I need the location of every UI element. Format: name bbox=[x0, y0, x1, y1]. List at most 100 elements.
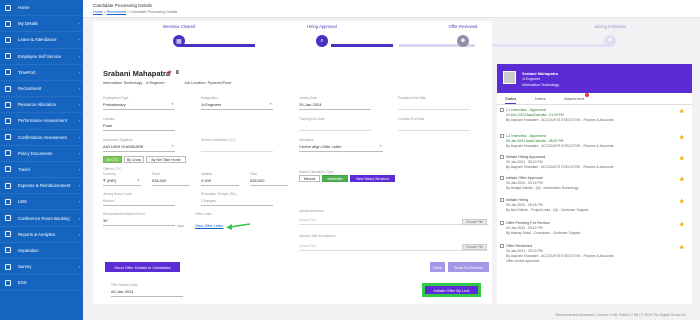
breadcrumb-recruitment[interactable]: Recruitment bbox=[107, 10, 126, 14]
offer-letter-label: Offer Letter bbox=[195, 212, 212, 216]
sidebar-item-performance-assessment[interactable]: Performance Assessment › bbox=[0, 113, 83, 130]
menu-item-icon bbox=[5, 279, 11, 286]
choose-file-acceptance-button[interactable]: Choose File bbox=[462, 244, 488, 250]
step-connector bbox=[492, 44, 610, 47]
timeline-item: L2 Interview - Approved 05-Jan-2024 Asia/… bbox=[500, 134, 686, 148]
upload-annexure-input[interactable]: Upload File bbox=[299, 218, 316, 222]
chevron-right-icon: › bbox=[78, 69, 80, 75]
timeline-item: L1 Interview - Approved 20-Dec-2023 Asia/… bbox=[500, 108, 686, 122]
sidebar-item-timeport[interactable]: TimePort › bbox=[0, 65, 83, 81]
sidebar-item-lms[interactable]: LMS › bbox=[0, 194, 83, 211]
sidebar-item-label: Expense & Reimbursement bbox=[18, 183, 71, 189]
fixed-field[interactable]: Fixed 538,000 bbox=[152, 172, 190, 186]
panel-name: Srabani Mahapatra bbox=[522, 71, 558, 76]
checkbox-icon bbox=[500, 155, 504, 159]
sidebar-item-home[interactable]: Home bbox=[0, 0, 83, 17]
breadcrumb: Home > Recruitment > Candidate Processin… bbox=[93, 10, 177, 14]
menu-item-icon bbox=[5, 215, 11, 222]
sidebar-item-label: Conference Room Booking bbox=[18, 215, 70, 221]
chevron-right-icon: › bbox=[78, 264, 80, 270]
notice-period-field[interactable]: Recommended Notice Period 30 bbox=[103, 212, 175, 226]
sidebar-item-conference-room-booking[interactable]: Conference Room Booking › bbox=[0, 210, 83, 227]
variable-field[interactable]: Variable 0,000 bbox=[201, 172, 239, 186]
sidebar-item-label: Confirmation Assessment bbox=[18, 134, 67, 140]
sidebar-item-expense-reimbursement[interactable]: Expense & Reimbursement › bbox=[0, 178, 83, 195]
authorised-signatory-select[interactable]: Authorised Signatory AAYUSHI KHANDARE ▼ bbox=[103, 138, 175, 152]
templates-select[interactable]: Templates Centre align Offer Letter ▼ bbox=[299, 138, 383, 152]
sidebar-item-label: Performance Assessment bbox=[18, 118, 67, 124]
page-header: Candidate Processing Details Home > Recr… bbox=[83, 0, 700, 18]
chevron-right-icon: › bbox=[78, 231, 80, 237]
initiate-offer-by-link-button[interactable]: Initiate Offer By Link bbox=[422, 283, 481, 297]
choose-file-annexure-button[interactable]: Choose File bbox=[462, 219, 488, 225]
timeline-author: By Aayushi Khandare - ACCOUNTS EXECUTIVE… bbox=[506, 144, 614, 148]
sidebar-item-survey[interactable]: Survey › bbox=[0, 259, 83, 276]
sidebar-item-employee-self-service[interactable]: Employee Self Service › bbox=[0, 49, 83, 65]
chevron-down-icon: ▼ bbox=[171, 102, 174, 106]
automatic-button[interactable]: Automatic bbox=[322, 175, 348, 182]
menu-item-icon bbox=[5, 85, 11, 92]
by-cross-option[interactable]: By Cross bbox=[124, 156, 144, 163]
employment-type-select[interactable]: Employment Type Probationary ▼ bbox=[103, 96, 175, 110]
view-salary-structure-button[interactable]: View Salary Structure bbox=[350, 175, 395, 182]
relocation-charges-field[interactable]: Relocation Charges (Rs.) Charges bbox=[201, 192, 273, 206]
thumbs-up-icon: 👍 bbox=[679, 198, 684, 203]
menu-item-icon bbox=[5, 117, 11, 124]
sidebar: Home My Details › Leave & Attendance › Employ… bbox=[0, 0, 83, 320]
tab-attachment[interactable]: Attachment bbox=[564, 93, 590, 101]
review-notification-field[interactable]: Review Notification (CC) bbox=[201, 138, 273, 152]
menu-item-icon bbox=[5, 134, 11, 141]
menu-item-icon bbox=[5, 150, 11, 157]
tab-notes[interactable]: Notes bbox=[535, 96, 545, 101]
by-net-take-home-option[interactable]: By Net Take Home bbox=[146, 156, 186, 163]
chevron-down-icon: ▼ bbox=[171, 144, 174, 148]
breadcrumb-home[interactable]: Home bbox=[93, 10, 103, 14]
currency-select[interactable]: Currency ₹ (INR) ▼ bbox=[103, 172, 141, 186]
sidebar-item-label: TimePort bbox=[18, 69, 36, 75]
menu-item-icon bbox=[5, 182, 11, 189]
location-field[interactable]: Location Pune bbox=[103, 117, 175, 131]
manual-button[interactable]: Manual bbox=[299, 175, 320, 182]
sidebar-item-policy-documents[interactable]: Policy Documents › bbox=[0, 146, 83, 162]
upload-offer-acceptance-input[interactable]: Upload File bbox=[299, 244, 316, 248]
send-for-review-button[interactable]: Send for Review bbox=[448, 262, 489, 272]
timeline-title: Offer Reviewed bbox=[506, 244, 533, 248]
joining-date-field[interactable]: Joining Date 29-Jan-2024 bbox=[299, 96, 371, 110]
sidebar-item-confirmation-assessment[interactable]: Confirmation Assessment › bbox=[0, 130, 83, 146]
joining-bonus-field[interactable]: Joining Bonus Code Bonus bbox=[103, 192, 175, 206]
by-ctc-option[interactable]: Br CTC bbox=[103, 156, 122, 163]
sidebar-item-travel[interactable]: Travel › bbox=[0, 162, 83, 179]
star-icon[interactable]: ★ bbox=[167, 69, 172, 76]
send-offer-details-button[interactable]: Send Offer Details to Candidate bbox=[105, 262, 180, 272]
sidebar-item-ess[interactable]: ESS bbox=[0, 275, 83, 292]
save-button[interactable]: Save bbox=[430, 262, 445, 272]
step-interview-cleared: Interview Cleared ▦ bbox=[139, 21, 219, 47]
thumbs-up-icon: 👍 bbox=[679, 221, 684, 226]
designation-select[interactable]: Designation Jr.Engineer ▼ bbox=[201, 96, 273, 110]
chevron-right-icon: › bbox=[78, 166, 80, 172]
contract-end-date-field[interactable]: Contract End Date bbox=[398, 117, 470, 131]
menu-item-icon bbox=[5, 20, 11, 27]
sidebar-item-label: LMS bbox=[18, 199, 27, 205]
chevron-right-icon: › bbox=[78, 150, 80, 156]
training-end-date-field[interactable]: Training End Date bbox=[299, 117, 371, 131]
timeline-date: 05-Jan-2024 Asia/Calcutta - 08:00 PM bbox=[506, 139, 564, 143]
total-field[interactable]: Total 538,000 bbox=[250, 172, 288, 186]
panel-header: Srabani Mahapatra Jr.Engineer Informatio… bbox=[497, 64, 692, 93]
sidebar-item-separation[interactable]: Separation bbox=[0, 243, 83, 259]
sidebar-item-leave-attendance[interactable]: Leave & Attendance › bbox=[0, 32, 83, 49]
menu-item-icon bbox=[5, 53, 11, 60]
upload-annexure-label: Upload Annexure bbox=[299, 209, 325, 213]
sidebar-item-reports-analytics[interactable]: Reports & Analytics › bbox=[0, 227, 83, 243]
probation-end-date-field[interactable]: Probation End Date bbox=[398, 96, 470, 110]
sidebar-item-recruitment[interactable]: Recruitment › bbox=[0, 81, 83, 98]
checkbox-icon bbox=[500, 221, 504, 225]
thumbs-up-icon: 👍 bbox=[679, 176, 684, 181]
sidebar-item-resource-allocation[interactable]: Resource Allocation › bbox=[0, 97, 83, 114]
tab-status[interactable]: Status bbox=[505, 96, 517, 104]
panel-role: Jr.Engineer bbox=[522, 77, 541, 81]
offer-initiated-date-field[interactable]: Offer Initiated Date 09-Jan-2024 bbox=[111, 283, 183, 297]
salary-calculation-label: Salary Calculation Type bbox=[299, 170, 334, 174]
view-offer-letter-link[interactable]: View Offer Letter bbox=[195, 224, 223, 228]
sidebar-item-my-details[interactable]: My Details › bbox=[0, 16, 83, 33]
